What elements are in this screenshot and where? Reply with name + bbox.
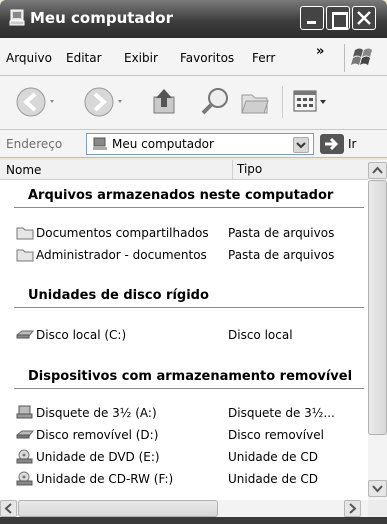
- item-type: Disco local: [228, 328, 293, 342]
- hard-disk-icon: [16, 330, 34, 339]
- group-divider: [14, 207, 364, 208]
- minimize-button[interactable]: [300, 6, 324, 30]
- go-button[interactable]: [320, 134, 344, 154]
- item-name: Administrador - documentos: [36, 248, 207, 262]
- computer-icon: [93, 137, 107, 150]
- title-bar[interactable]: Meu computador: [0, 0, 387, 38]
- maximize-button[interactable]: [326, 6, 350, 30]
- folders-button[interactable]: [238, 85, 272, 119]
- group-title: Unidades de disco rígido: [28, 288, 209, 303]
- window-title: Meu computador: [30, 9, 173, 27]
- menu-overflow-button[interactable]: »: [316, 44, 324, 59]
- item-name: Disco local (C:): [36, 328, 127, 342]
- list-item[interactable]: Disco local (C:) Disco local: [0, 326, 368, 344]
- horizontal-scrollbar[interactable]: [0, 500, 368, 517]
- chevron-right-icon: [349, 503, 357, 514]
- column-name[interactable]: Nome: [6, 163, 41, 177]
- address-label: Endereço: [6, 137, 63, 151]
- list-item[interactable]: Unidade de DVD (E:) Unidade de CD: [0, 448, 368, 466]
- column-type[interactable]: Tipo: [232, 160, 262, 179]
- group-title: Arquivos armazenados neste computador: [28, 188, 334, 203]
- close-button[interactable]: [352, 6, 376, 30]
- menu-editar[interactable]: Editar: [66, 51, 102, 65]
- resize-grip[interactable]: [368, 500, 387, 517]
- chevron-down-icon: [296, 142, 306, 149]
- list-item[interactable]: Disco removível (D:) Disco removível: [0, 426, 368, 444]
- views-button[interactable]: [290, 85, 330, 119]
- group-divider: [14, 388, 364, 389]
- close-icon: [357, 11, 371, 25]
- scroll-down-button[interactable]: [368, 480, 387, 497]
- toolbar: [0, 76, 387, 130]
- list-item[interactable]: Disquete de 3½ (A:) Disquete de 3½...: [0, 404, 368, 422]
- address-field[interactable]: Meu computador: [86, 133, 314, 155]
- item-name: Unidade de CD-RW (F:): [36, 472, 174, 486]
- scroll-left-button[interactable]: [0, 500, 17, 517]
- folder-icon: [16, 227, 34, 240]
- item-name: Disquete de 3½ (A:): [36, 406, 157, 420]
- item-name: Disco removível (D:): [36, 428, 159, 442]
- item-name: Unidade de DVD (E:): [36, 450, 160, 464]
- list-item[interactable]: Documentos compartilhados Pasta de arqui…: [0, 224, 368, 242]
- group-divider: [14, 307, 364, 308]
- address-bar: Endereço Meu computador Ir: [0, 130, 387, 158]
- menu-exibir[interactable]: Exibir: [124, 51, 158, 65]
- chevron-up-icon: [372, 166, 383, 174]
- vertical-scroll-thumb[interactable]: [368, 180, 387, 435]
- up-folder-button[interactable]: [148, 85, 182, 119]
- removable-disk-icon: [16, 430, 34, 439]
- scroll-right-button[interactable]: [344, 500, 361, 517]
- arrow-right-icon: [325, 137, 339, 151]
- menu-ferramentas[interactable]: Ferr: [252, 51, 275, 65]
- cd-drive-icon: [16, 471, 33, 486]
- chevron-left-icon: [4, 503, 12, 514]
- item-type: Pasta de arquivos: [228, 226, 335, 240]
- list-item[interactable]: Administrador - documentos Pasta de arqu…: [0, 246, 368, 264]
- address-value: Meu computador: [112, 137, 214, 151]
- chevron-down-icon: [372, 485, 383, 493]
- item-type: Unidade de CD: [228, 450, 318, 464]
- item-type: Disco removível: [228, 428, 324, 442]
- window-bottom-border: [0, 517, 387, 524]
- go-label[interactable]: Ir: [348, 137, 356, 151]
- horizontal-scroll-thumb[interactable]: [18, 500, 218, 517]
- menu-favoritos[interactable]: Favoritos: [180, 51, 234, 65]
- column-header: Nome Tipo: [0, 160, 368, 180]
- windows-logo-icon: [344, 44, 378, 72]
- computer-icon: [9, 9, 25, 26]
- floppy-drive-icon: [16, 405, 33, 419]
- item-type: Unidade de CD: [228, 472, 318, 486]
- file-list: Arquivos armazenados neste computador Do…: [0, 180, 368, 500]
- item-type: Disquete de 3½...: [228, 406, 335, 420]
- forward-button[interactable]: [82, 85, 126, 119]
- address-dropdown-button[interactable]: [293, 137, 309, 153]
- search-button[interactable]: [198, 85, 232, 119]
- folder-icon: [16, 249, 34, 262]
- item-type: Pasta de arquivos: [228, 248, 335, 262]
- menu-arquivo[interactable]: Arquivo: [6, 51, 52, 65]
- group-title: Dispositivos com armazenamento removível: [28, 369, 353, 384]
- item-name: Documentos compartilhados: [36, 226, 209, 240]
- vertical-scrollbar[interactable]: [368, 160, 387, 500]
- scroll-up-button[interactable]: [368, 162, 387, 179]
- dvd-drive-icon: [16, 449, 33, 464]
- back-button[interactable]: [14, 85, 58, 119]
- list-item[interactable]: Unidade de CD-RW (F:) Unidade de CD: [0, 470, 368, 488]
- menu-bar: Arquivo Editar Exibir Favoritos Ferr »: [0, 38, 387, 76]
- explorer-window: Meu computador Arquivo Editar Exibir Fav…: [0, 0, 387, 524]
